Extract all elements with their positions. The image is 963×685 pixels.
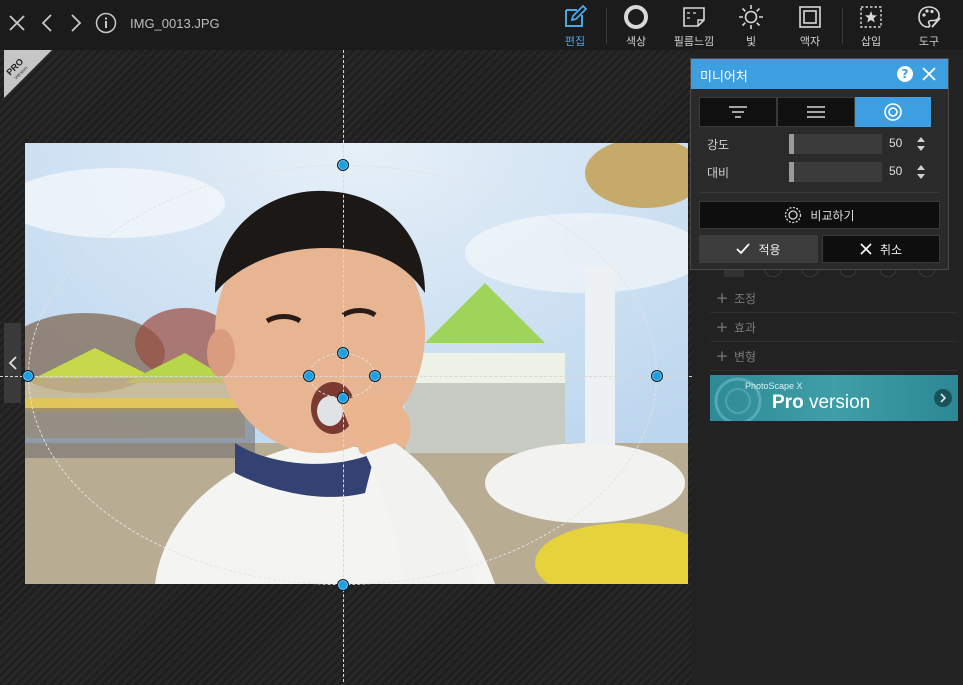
linear-mode-icon	[729, 106, 747, 118]
cancel-label: 취소	[879, 242, 903, 257]
radial-mode-icon	[884, 103, 902, 121]
insert-icon	[860, 6, 882, 28]
section-label: 효과	[734, 320, 757, 335]
stepper-arrows-icon[interactable]	[916, 135, 926, 153]
pro-version-badge[interactable]: PRO Version	[4, 50, 52, 98]
bars-mode-icon	[807, 106, 825, 118]
chevron-left-icon	[8, 356, 17, 370]
compare-button[interactable]: 비교하기	[699, 201, 940, 229]
tool-color[interactable]: 색상	[610, 4, 662, 48]
section-adjust[interactable]: + 조정	[710, 284, 958, 313]
apply-label: 적용	[758, 242, 781, 257]
strength-label: 강도	[707, 138, 730, 152]
compare-icon	[784, 206, 802, 224]
frame-icon	[799, 6, 821, 28]
banner-small-text: PhotoScape X	[745, 381, 803, 391]
cancel-button[interactable]: 취소	[822, 235, 940, 263]
handle-outer-top[interactable]	[337, 159, 349, 171]
handle-inner-top[interactable]	[337, 347, 349, 359]
radial-mode-button[interactable]	[855, 97, 931, 127]
top-toolbar: IMG_0013.JPG 편집 색상 필름느낌 빛 액자 삽입 도구	[0, 0, 963, 50]
tool-label: 빛	[745, 35, 757, 48]
tool-label: 도구	[918, 35, 940, 48]
contrast-slider-row: 대비 50	[699, 160, 939, 184]
section-label: 조정	[734, 291, 757, 306]
tool-label: 액자	[799, 35, 821, 48]
plus-icon: +	[715, 318, 729, 336]
strength-slider-row: 강도 50	[699, 132, 939, 156]
strength-slider-thumb[interactable]	[789, 134, 794, 154]
tool-label: 삽입	[860, 35, 882, 48]
back-icon[interactable]	[35, 9, 59, 37]
film-icon	[683, 7, 705, 27]
contrast-value[interactable]: 50	[889, 164, 902, 178]
prev-image-button[interactable]	[4, 323, 21, 403]
banner-version-text: version	[803, 392, 871, 413]
info-icon[interactable]	[94, 9, 118, 37]
stepper-arrows-icon[interactable]	[916, 163, 926, 181]
plus-icon: +	[715, 289, 729, 307]
handle-inner-right[interactable]	[369, 370, 381, 382]
plus-icon: +	[715, 347, 729, 365]
edit-icon	[565, 4, 588, 27]
compare-label: 비교하기	[810, 208, 855, 223]
dialog-title: 미니어처	[700, 70, 748, 85]
toolbar-divider	[606, 8, 607, 44]
section-effects[interactable]: + 효과	[710, 313, 958, 342]
handle-outer-right[interactable]	[651, 370, 663, 382]
close-icon	[860, 243, 872, 255]
section-transform[interactable]: + 변형	[710, 342, 958, 371]
tool-label: 필름느낌	[673, 35, 715, 48]
close-icon[interactable]	[5, 9, 29, 37]
contrast-label: 대비	[707, 166, 730, 180]
contrast-slider-track[interactable]	[789, 162, 882, 182]
tool-insert[interactable]: 삽입	[845, 4, 897, 48]
tool-film[interactable]: 필름느낌	[668, 4, 720, 48]
strength-slider-track[interactable]	[789, 134, 882, 154]
file-name: IMG_0013.JPG	[130, 16, 220, 31]
close-icon[interactable]	[921, 66, 937, 82]
circle-icon	[624, 5, 648, 29]
section-label: 변형	[734, 349, 757, 364]
handle-inner-left[interactable]	[303, 370, 315, 382]
contrast-slider-thumb[interactable]	[789, 162, 794, 182]
apply-button[interactable]: 적용	[699, 235, 818, 263]
toolbar-divider	[842, 8, 843, 44]
miniature-dialog: 미니어처 ? 강도 50 대비 50 비교하기 적용 취소	[690, 58, 949, 270]
handle-inner-bottom[interactable]	[337, 392, 349, 404]
check-icon	[736, 243, 751, 255]
dialog-divider	[699, 192, 940, 193]
forward-icon[interactable]	[64, 9, 88, 37]
linear-mode-button[interactable]	[699, 97, 777, 127]
handle-outer-left[interactable]	[22, 370, 34, 382]
tool-label: 편집	[564, 35, 586, 48]
banner-pro-text: Pro	[772, 392, 804, 413]
pro-version-banner[interactable]: PhotoScape X Pro version	[710, 375, 958, 421]
tool-frame[interactable]: 액자	[784, 4, 836, 48]
palette-icon	[918, 6, 941, 28]
dialog-title-bar[interactable]: 미니어처 ?	[691, 59, 948, 89]
tool-tools[interactable]: 도구	[903, 4, 955, 48]
banner-title: Pro version	[772, 392, 870, 414]
tool-light[interactable]: 빛	[725, 4, 777, 48]
tool-edit[interactable]: 편집	[549, 4, 601, 48]
bars-mode-button[interactable]	[777, 97, 855, 127]
handle-outer-bottom[interactable]	[337, 579, 349, 591]
strength-value[interactable]: 50	[889, 136, 902, 150]
help-icon[interactable]: ?	[897, 66, 913, 82]
tool-label: 색상	[625, 35, 647, 48]
sun-icon	[739, 5, 763, 29]
chevron-right-icon	[934, 389, 952, 407]
